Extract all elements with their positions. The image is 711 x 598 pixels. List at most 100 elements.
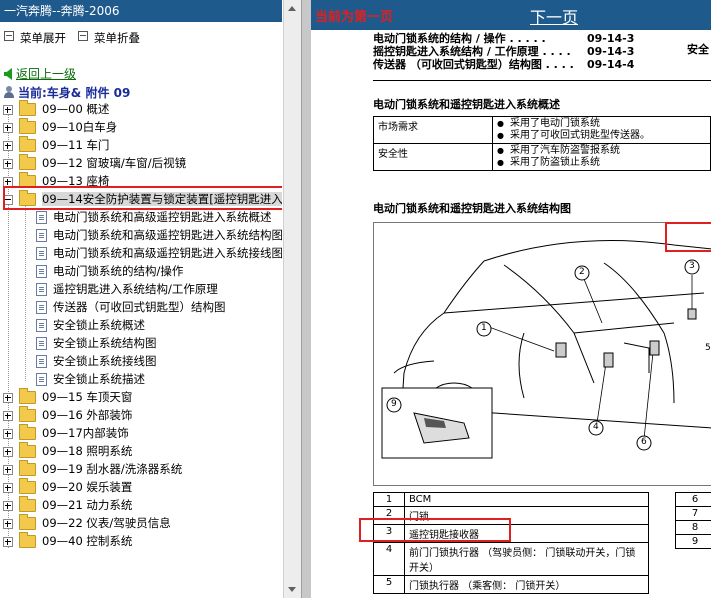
tree-item-09-12[interactable]: 09—12 窗玻璃/车窗/后视镜: [3, 154, 187, 172]
tree-item-09-19[interactable]: 09—19 刮水器/洗涤器系统: [3, 460, 183, 478]
document-icon: [36, 319, 47, 332]
tree-leaf[interactable]: 安全锁止系统概述: [36, 317, 145, 334]
tree-item-09-11[interactable]: 09—11 车门: [3, 136, 110, 154]
tree-item-label: 09—10白车身: [42, 120, 118, 134]
folder-icon: [19, 136, 36, 152]
highlight-box: [359, 518, 511, 542]
scroll-down-icon[interactable]: [288, 587, 296, 592]
expand-toggle-icon[interactable]: [3, 464, 13, 475]
structure-heading: 电动门锁系统和遥控钥匙进入系统结构图: [373, 202, 571, 215]
pane-splitter[interactable]: [301, 0, 311, 598]
expand-toggle-icon[interactable]: [3, 392, 13, 403]
part-number: 8: [675, 520, 711, 535]
expand-toggle-icon[interactable]: [3, 122, 13, 133]
tree-leaf[interactable]: 电动门锁系统的结构/操作: [36, 263, 183, 280]
table-row: 1 BCM: [373, 492, 649, 507]
bullet-item: 采用了防盗锁止系统: [497, 157, 706, 169]
parts-table-continued: 6 7 8 9: [675, 492, 711, 549]
tree-leaf[interactable]: 电动门锁系统和高级遥控钥匙进入系统接线图: [36, 245, 282, 262]
table-row: 5 门锁执行器 （乘客侧： 门锁开关）: [373, 575, 649, 594]
expand-toggle-icon[interactable]: [3, 518, 13, 529]
tree-item-09-20[interactable]: 09—20 娱乐装置: [3, 478, 132, 496]
folder-icon: [19, 118, 36, 134]
current-location: 当前:车身& 附件 09: [4, 84, 130, 101]
expand-toggle-icon[interactable]: [3, 482, 13, 493]
tree-leaf-label: 安全锁止系统结构图: [53, 336, 157, 350]
tree-item-09-17[interactable]: 09—17内部装饰: [3, 424, 129, 442]
document-pane: 当前为第一页 下一页 电动门锁系统的结构 / 操作 . . . . . 09-1…: [311, 0, 711, 598]
tree-item-label: 09—12 窗玻璃/车窗/后视镜: [42, 156, 187, 170]
tree-item-09-16[interactable]: 09—16 外部装饰: [3, 406, 133, 424]
tree-leaf-label: 安全锁止系统接线图: [53, 354, 157, 368]
document-icon: [36, 265, 47, 278]
callout-label: 3: [689, 261, 695, 271]
collapse-menu-button[interactable]: 菜单折叠: [78, 30, 140, 46]
expand-toggle-icon[interactable]: [3, 500, 13, 511]
tree-leaf[interactable]: 电动门锁系统和高级遥控钥匙进入系统结构图: [36, 227, 282, 244]
next-page-link[interactable]: 下一页: [530, 4, 578, 28]
tree-item-label: 09—19 刮水器/洗涤器系统: [42, 462, 183, 476]
document-icon: [36, 229, 47, 242]
tree-leaf[interactable]: 电动门锁系统和高级遥控钥匙进入系统概述: [36, 209, 272, 226]
document-icon: [36, 355, 47, 368]
tree-item-09-22[interactable]: 09—22 仪表/驾驶员信息: [3, 514, 171, 532]
bullet-item: 采用了汽车防盗警报系统: [497, 145, 706, 157]
part-number: 9: [675, 534, 711, 549]
collapse-icon: [78, 31, 88, 41]
bullet-item: 采用了可收回式钥匙型传送器。: [497, 130, 706, 142]
toc-entry: 摇控钥匙进入系统结构 / 工作原理 . . . .: [373, 45, 571, 58]
expand-toggle-icon[interactable]: [3, 158, 13, 169]
scroll-up-icon[interactable]: [288, 6, 296, 11]
tree-item-09-15[interactable]: 09—15 车顶天窗: [3, 388, 132, 406]
part-number: 5: [373, 575, 405, 594]
tree-leaf[interactable]: 传送器（可收回式钥匙型）结构图: [36, 299, 226, 316]
back-link[interactable]: 返回上一级: [4, 65, 76, 82]
toc-page: 09-14-3: [587, 32, 635, 45]
structure-diagram: 1 2 3 4 5 6 9: [373, 222, 711, 486]
tree-leaf-label: 安全锁止系统概述: [53, 318, 145, 332]
tree-item-09-40[interactable]: 09—40 控制系统: [3, 532, 132, 550]
divider: [373, 80, 711, 81]
document-icon: [36, 211, 47, 224]
tree-item-09-18[interactable]: 09—18 照明系统: [3, 442, 132, 460]
expand-menu-label: 菜单展开: [20, 31, 66, 45]
expand-toggle-icon[interactable]: [3, 140, 13, 151]
overview-table: 市场需求 采用了电动门锁系统 采用了可收回式钥匙型传送器。 安全性 采用了汽车防…: [373, 116, 711, 171]
page-nav-bar: 当前为第一页 下一页: [311, 0, 711, 30]
overview-row-items: 采用了电动门锁系统 采用了可收回式钥匙型传送器。: [492, 116, 711, 144]
part-name: 门锁执行器 （乘客侧： 门锁开关）: [404, 575, 649, 594]
tree-item-label: 09—22 仪表/驾驶员信息: [42, 516, 171, 530]
tree-item-09-00[interactable]: 09—00 概述: [3, 100, 109, 118]
expand-toggle-icon[interactable]: [3, 176, 13, 187]
tree-item-label: 09—11 车门: [42, 138, 110, 152]
tree-leaf[interactable]: 安全锁止系统描述: [36, 371, 145, 388]
callout-label: 6: [641, 437, 647, 447]
tree-item-label: 09—17内部装饰: [42, 426, 129, 440]
expand-toggle-icon[interactable]: [3, 446, 13, 457]
part-name: 前门门锁执行器 （驾驶员侧： 门锁联动开关，门锁开关）: [404, 542, 649, 576]
expand-toggle-icon[interactable]: [3, 410, 13, 421]
tree-leaf[interactable]: 安全锁止系统接线图: [36, 353, 157, 370]
tree-item-label: 09—16 外部装饰: [42, 408, 133, 422]
tree-leaf-label: 电动门锁系统和高级遥控钥匙进入系统结构图: [53, 228, 282, 242]
expand-toggle-icon[interactable]: [3, 536, 13, 547]
expand-toggle-icon[interactable]: [3, 104, 13, 115]
tree-leaf[interactable]: 安全锁止系统结构图: [36, 335, 157, 352]
user-icon: [4, 86, 14, 98]
back-arrow-icon: [4, 68, 12, 80]
tree-leaf[interactable]: 遥控钥匙进入系统结构/工作原理: [36, 281, 218, 298]
expand-menu-button[interactable]: 菜单展开: [4, 30, 66, 46]
expand-toggle-icon[interactable]: [3, 428, 13, 439]
callout-label: 9: [391, 399, 397, 409]
folder-icon: [19, 460, 36, 476]
tree-item-09-21[interactable]: 09—21 动力系统: [3, 496, 132, 514]
collapse-menu-label: 菜单折叠: [94, 31, 140, 45]
overview-row-items: 采用了汽车防盗警报系统 采用了防盗锁止系统: [492, 143, 711, 171]
tree-leaf-label: 安全锁止系统描述: [53, 372, 145, 386]
folder-icon: [19, 532, 36, 548]
folder-icon: [19, 424, 36, 440]
tree-item-09-10[interactable]: 09—10白车身: [3, 118, 118, 136]
part-name: BCM: [404, 492, 649, 507]
vertical-scrollbar[interactable]: [283, 0, 301, 598]
folder-icon: [19, 100, 36, 116]
